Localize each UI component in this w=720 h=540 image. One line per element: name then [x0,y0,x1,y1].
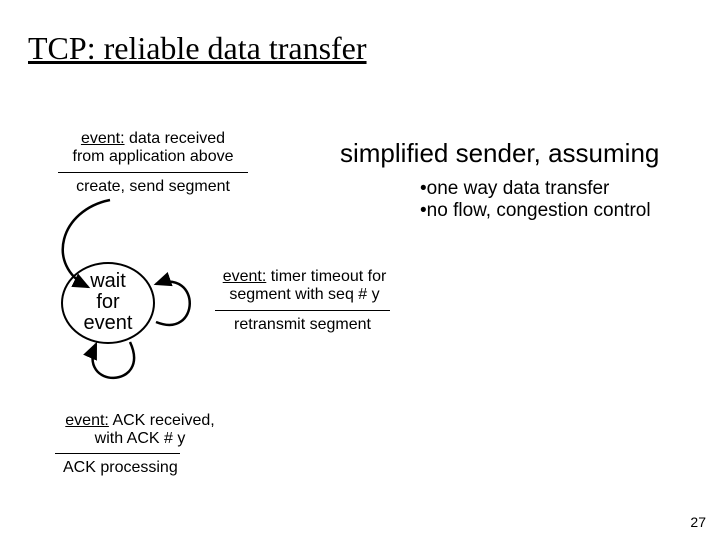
top-event-divider [58,172,248,173]
timeout-event-action: retransmit segment [215,316,390,334]
timeout-event-line1-rest: timer timeout for [266,268,386,285]
state-line3: event [84,312,133,334]
ack-event-prefix: event: [65,412,109,429]
timeout-event-line2: segment with seq # y [229,286,379,303]
ack-loop-arrow [72,334,156,404]
top-event-action: create, send segment [60,178,246,196]
top-event-text: event: data received from application ab… [58,130,248,167]
top-event-line2: from application above [73,148,234,165]
page-number: 27 [690,514,706,530]
timeout-event-text: event: timer timeout for segment with se… [202,268,407,305]
ack-event-text: event: ACK received, with ACK # y [40,412,240,449]
state-line2: for [96,291,119,313]
timeout-event-prefix: event: [223,268,267,285]
state-line1: wait [90,270,126,292]
ack-event-divider [55,453,180,454]
top-event-line1-rest: data received [125,130,226,147]
top-event-prefix: event: [81,130,125,147]
right-bullet-1: •one way data transfer [420,178,609,200]
right-bullet-2: •no flow, congestion control [420,200,651,222]
ack-event-line1-rest: ACK received, [109,412,215,429]
slide: TCP: reliable data transfer event: data … [0,0,720,540]
right-headline: simplified sender, assuming [340,138,659,169]
timeout-event-divider [215,310,390,311]
slide-title: TCP: reliable data transfer [28,30,367,67]
ack-event-action: ACK processing [55,459,213,477]
ack-event-line2: with ACK # y [95,430,186,447]
